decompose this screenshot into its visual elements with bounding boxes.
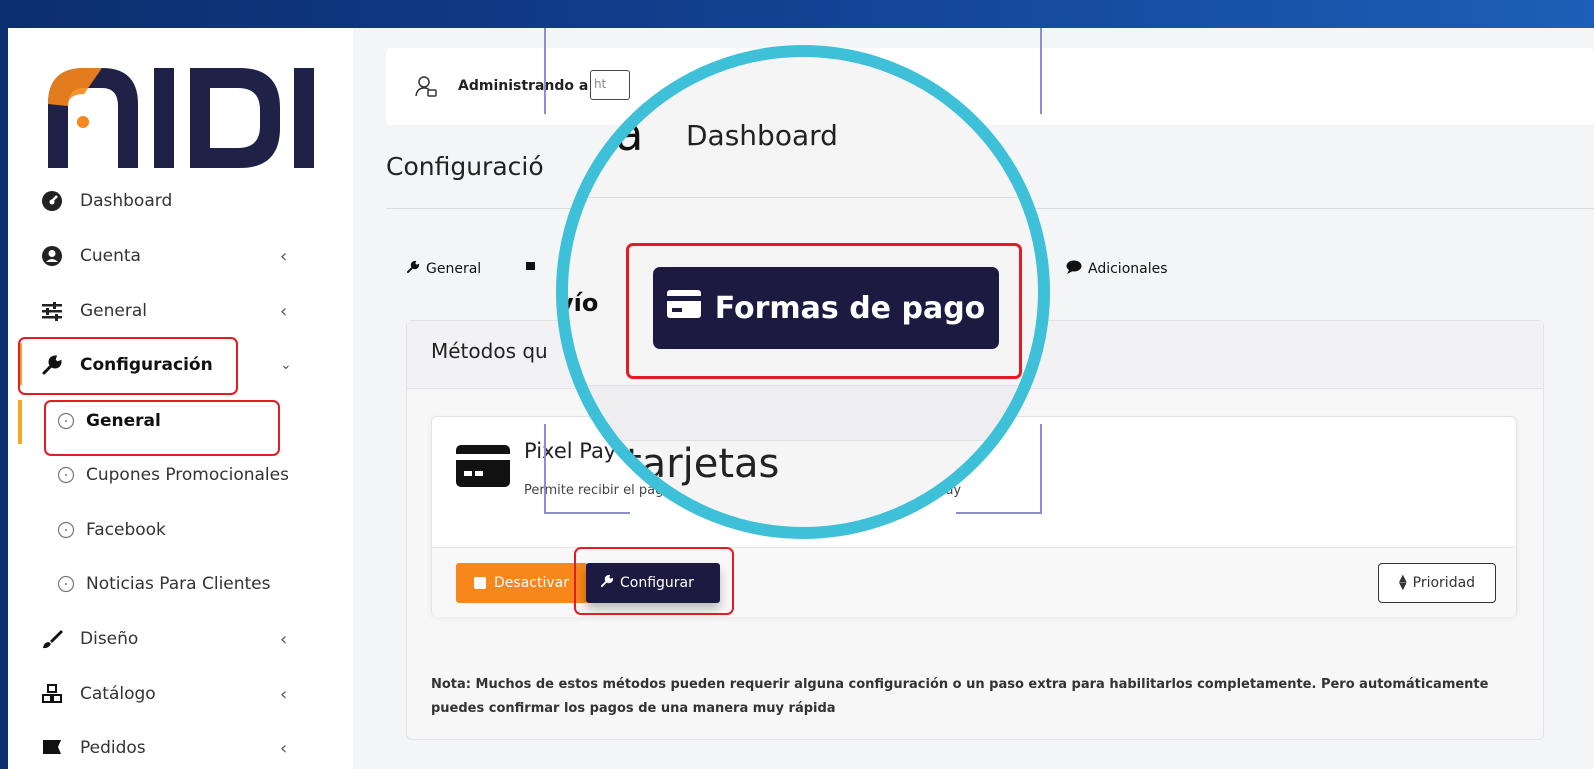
sidebar-item-catalogo[interactable]: Catálogo ‹ <box>8 674 353 714</box>
tab-adicionales[interactable]: Adicionales <box>1066 260 1168 278</box>
tab-general[interactable]: General <box>406 260 481 278</box>
circle-icon <box>54 518 78 542</box>
sidebar: Dashboard Cuenta ‹ General ‹ Configuraci… <box>8 28 353 769</box>
sidebar-item-label: Catálogo <box>80 684 156 704</box>
sidebar-item-label: General <box>86 411 161 431</box>
circle-icon <box>54 409 78 433</box>
credit-card-icon <box>456 445 510 491</box>
top-bar: Administrando a ht <box>386 48 1594 125</box>
sidebar-subitem-facebook[interactable]: Facebook <box>8 510 353 550</box>
admin-label: Administrando a <box>458 78 589 94</box>
magnified-divider <box>568 197 1038 198</box>
sidebar-item-label: Diseño <box>80 629 139 649</box>
flag-icon <box>40 736 64 760</box>
comment-icon <box>1066 260 1082 278</box>
brush-icon <box>40 627 64 651</box>
sidebar-item-label: Configuración <box>80 355 213 375</box>
priority-button[interactable]: ▲ ▼ Prioridad <box>1378 563 1496 603</box>
square-icon <box>474 577 486 589</box>
deactivate-label: Desactivar <box>494 575 569 591</box>
sidebar-subitem-noticias[interactable]: Noticias Para Clientes <box>8 564 353 604</box>
sliders-icon <box>40 299 64 323</box>
sidebar-item-label: Noticias Para Clientes <box>86 574 271 594</box>
gauge-icon <box>40 189 64 213</box>
tab-label: General <box>426 261 482 277</box>
configure-label: Configurar <box>620 575 694 591</box>
sidebar-item-dashboard[interactable]: Dashboard <box>8 181 353 221</box>
sidebar-item-label: General <box>80 301 147 321</box>
chevron-down-icon: ⌄ <box>280 357 292 373</box>
circle-icon <box>54 463 78 487</box>
magnified-tarjetas-text: tarjetas <box>626 441 780 487</box>
deactivate-button[interactable]: Desactivar <box>456 563 588 603</box>
wrench-icon <box>406 260 420 278</box>
user-admin-icon <box>414 74 438 102</box>
sidebar-item-configuracion[interactable]: Configuración ⌄ <box>8 345 353 385</box>
sidebar-item-cuenta[interactable]: Cuenta ‹ <box>8 236 353 276</box>
magnifier-overlay: da Dashboard vío Formas de pago tarjetas <box>556 45 1050 539</box>
tab-label: Adicionales <box>1088 261 1168 277</box>
sidebar-item-label: Cupones Promocionales <box>86 465 289 485</box>
magnified-card-header <box>568 385 1038 441</box>
cubes-icon <box>40 682 64 706</box>
sidebar-subitem-general[interactable]: General <box>8 401 353 441</box>
chevron-left-icon: ‹ <box>280 245 288 267</box>
sidebar-subitem-cupones[interactable]: Cupones Promocionales <box>8 455 353 495</box>
sidebar-item-label: Cuenta <box>80 246 141 266</box>
wrench-icon <box>600 574 614 592</box>
sidebar-item-pedidos[interactable]: Pedidos ‹ <box>8 728 353 768</box>
chevron-left-icon: ‹ <box>280 628 288 650</box>
configure-button[interactable]: Configurar <box>586 563 720 603</box>
sort-icon: ▲ ▼ <box>1398 573 1407 592</box>
store-url-field[interactable]: ht <box>590 70 630 100</box>
chevron-left-icon: ‹ <box>280 737 288 759</box>
magnified-dashboard-text: Dashboard <box>686 119 838 152</box>
sidebar-item-diseno[interactable]: Diseño ‹ <box>8 619 353 659</box>
sidebar-item-label: Dashboard <box>80 191 173 211</box>
app-frame: Dashboard Cuenta ‹ General ‹ Configuraci… <box>8 28 1594 769</box>
sidebar-item-label: Pedidos <box>80 738 146 758</box>
credit-card-icon <box>666 290 701 326</box>
sidebar-item-general[interactable]: General ‹ <box>8 291 353 331</box>
card-title: Métodos qu <box>431 339 548 363</box>
method-name: Pixel Pay <box>524 439 617 463</box>
circle-icon <box>54 572 78 596</box>
magnified-fragment: da <box>586 107 644 161</box>
tab-envio[interactable] <box>526 260 540 278</box>
chevron-left-icon: ‹ <box>280 683 288 705</box>
nidi-logo <box>48 68 314 168</box>
sidebar-item-label: Facebook <box>86 520 166 540</box>
wrench-icon <box>40 353 64 377</box>
truck-icon <box>526 260 540 278</box>
priority-label: Prioridad <box>1412 575 1476 591</box>
note-text: Nota: Muchos de estos métodos pueden req… <box>431 677 1489 716</box>
chevron-left-icon: ‹ <box>280 300 288 322</box>
magnified-envio-fragment: vío <box>558 289 599 317</box>
page-title: Configuració <box>386 152 544 181</box>
payment-methods-label: Formas de pago <box>714 290 986 326</box>
user-circle-icon <box>40 244 64 268</box>
payment-methods-tab[interactable]: Formas de pago <box>653 267 999 349</box>
